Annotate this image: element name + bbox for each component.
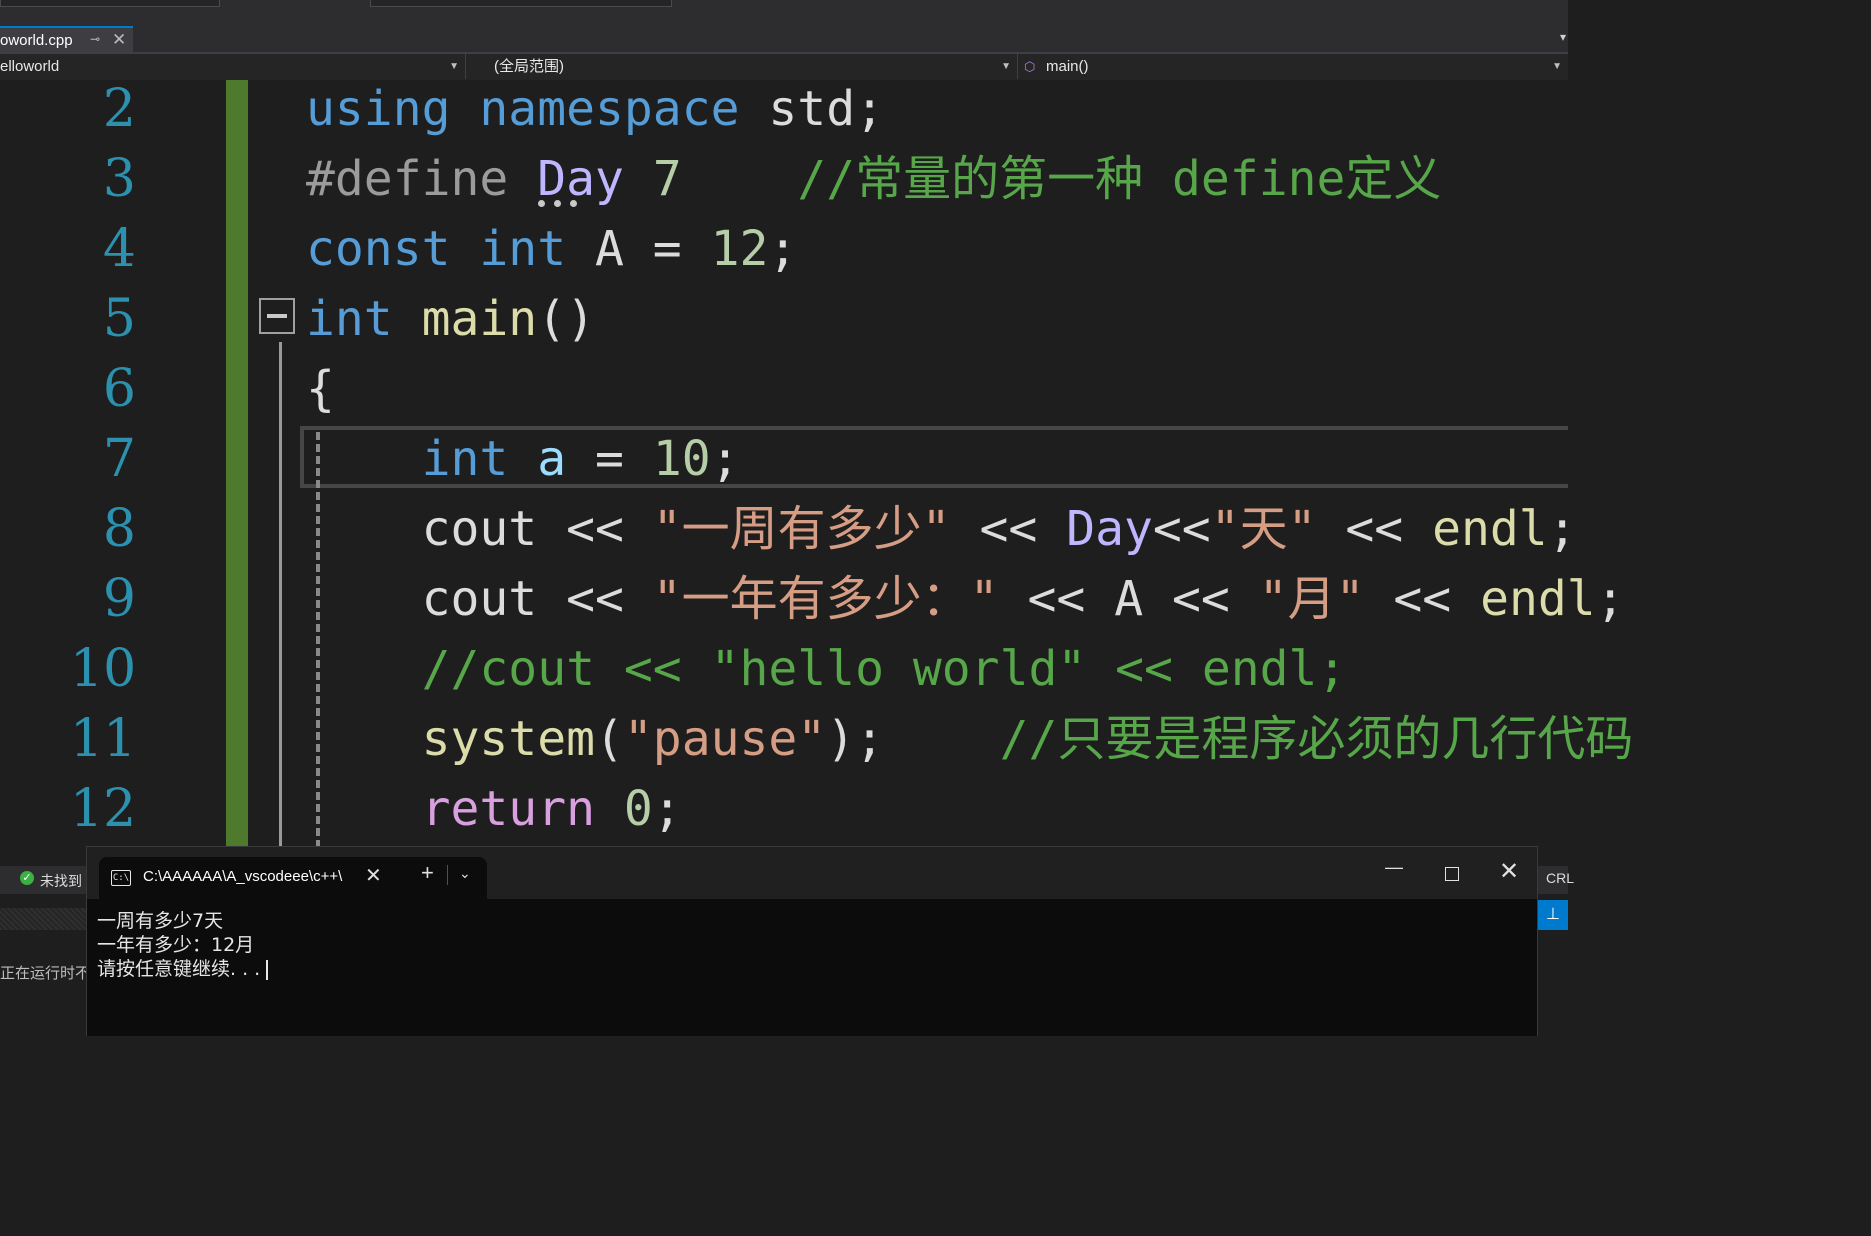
code-line-5: int main(): [306, 291, 595, 347]
close-icon[interactable]: ✕: [365, 863, 382, 888]
close-icon[interactable]: ✕: [1499, 857, 1519, 886]
function-cube-icon: ⬡: [1024, 59, 1036, 74]
text-cursor: [266, 959, 269, 980]
file-tab[interactable]: oworld.cpp ⊸ ✕: [0, 26, 133, 52]
line-number: 2: [102, 79, 136, 139]
console-icon: C:\: [111, 870, 131, 886]
line-number: 5: [102, 289, 136, 349]
toolbar-dropdown[interactable]: [370, 0, 672, 7]
code-line-9: cout << "一年有多少：" << A << "月" << endl;: [306, 571, 1625, 627]
member-dropdown[interactable]: ⬡ main() ▼: [1020, 54, 1568, 79]
new-tab-icon[interactable]: +: [421, 860, 434, 886]
toolbar-dropdown[interactable]: [0, 0, 220, 7]
change-tracking-bar: [226, 80, 248, 848]
line-number: 9: [102, 569, 136, 629]
line-number: 6: [102, 359, 136, 419]
terminal-window[interactable]: C:\ C:\AAAAAA\A_vscodeee\c++\ ✕ + ⌄ — ✕ …: [86, 846, 1538, 1036]
terminal-line: 一周有多少7天: [97, 910, 224, 932]
code-line-12: return 0;: [421, 781, 682, 837]
code-line-11: system("pause"); //只要是程序必须的几行代码: [421, 711, 1634, 767]
line-number: 10: [70, 639, 137, 699]
line-number: 12: [70, 779, 137, 839]
maximize-icon[interactable]: [1445, 867, 1459, 881]
terminal-tab-title: C:\AAAAAA\A_vscodeee\c++\: [143, 868, 343, 885]
document-tab-bar: [0, 26, 1568, 54]
terminal-line: 请按任意键继续. . .: [97, 957, 269, 981]
runtime-message: 正在运行时不: [0, 965, 91, 982]
code-line-8: cout << "一周有多少" << Day<<"天" << endl;: [306, 501, 1577, 557]
collapse-icon[interactable]: [259, 298, 295, 334]
line-number: 4: [102, 219, 136, 279]
divider: [447, 865, 448, 885]
line-ending-indicator[interactable]: CRL: [1546, 870, 1574, 886]
chevron-down-icon[interactable]: ⌄: [459, 865, 471, 882]
member-dropdown-label: main(): [1046, 58, 1089, 75]
tab-list-dropdown-icon[interactable]: ▾: [1560, 30, 1566, 44]
pin-icon[interactable]: ⊥: [1538, 900, 1568, 930]
code-line-4: const int A = 12;: [306, 221, 798, 277]
line-number: 11: [70, 709, 137, 769]
pin-icon[interactable]: ⊸: [90, 32, 100, 46]
line-number: 7: [102, 429, 136, 489]
check-icon: ✓: [20, 871, 34, 885]
terminal-output[interactable]: 一周有多少7天 一年有多少：12月 请按任意键继续. . .: [97, 909, 269, 981]
close-icon[interactable]: ✕: [112, 30, 126, 50]
line-number: 3: [102, 149, 136, 209]
code-line-10: //cout << "hello world" << endl;: [421, 641, 1347, 697]
chevron-down-icon: ▼: [1001, 61, 1011, 72]
file-tab-name: oworld.cpp: [0, 32, 73, 49]
code-line-6: {: [306, 361, 335, 417]
minimize-icon[interactable]: —: [1385, 857, 1403, 878]
line-number: 8: [102, 499, 136, 559]
terminal-title-bar: C:\ C:\AAAAAA\A_vscodeee\c++\ ✕ + ⌄ — ✕: [87, 847, 1537, 899]
code-line-2: using namespace std;: [306, 81, 884, 137]
project-dropdown-label: elloworld: [0, 58, 60, 75]
terminal-line: 一年有多少：12月: [97, 934, 255, 956]
chevron-down-icon: ▼: [1552, 61, 1562, 72]
code-line-7: int a = 10;: [421, 431, 740, 487]
code-line-3: #define Day 7 //常量的第一种 define定义: [306, 151, 1442, 207]
status-message: 未找到: [40, 873, 82, 889]
scope-dropdown-label: (全局范围): [494, 58, 564, 75]
toolbar-strip: [0, 0, 1568, 26]
scope-outline: [279, 342, 282, 848]
